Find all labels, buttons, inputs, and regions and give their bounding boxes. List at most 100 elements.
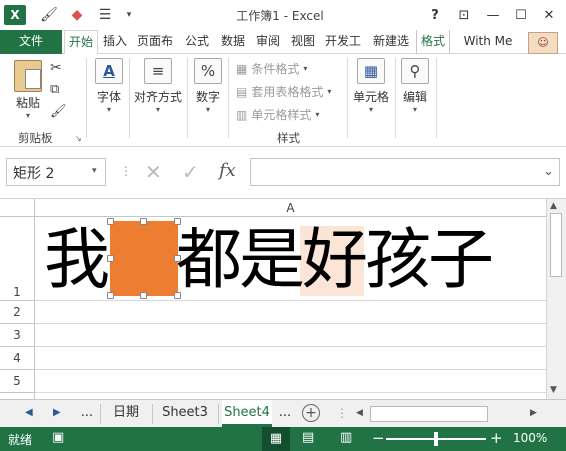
vertical-scrollbar[interactable]: ▲ ▼ [546,199,566,399]
scroll-up-icon[interactable]: ▲ [550,201,557,211]
help-button[interactable]: ? [422,4,448,26]
cell-styles-button[interactable]: ▥ 单元格样式 ▾ [236,106,319,123]
resize-handle-bl[interactable] [107,292,114,299]
horizontal-scrollbar[interactable]: ◀ ▶ [352,404,544,424]
qat-customize-icon[interactable]: ▾ [118,5,140,25]
ribbon-display-button[interactable]: ⊡ [451,4,477,26]
cell-text-right: 都是好孩子 [176,221,494,298]
row-header-1[interactable]: 1 [0,217,35,301]
tab-view[interactable]: 视图 [288,30,318,54]
vertical-scroll-thumb[interactable] [550,213,562,277]
font-label: 字体 [96,90,121,104]
enter-icon[interactable]: ✓ [182,160,199,184]
column-header-a[interactable]: A [35,199,546,217]
insert-function-button[interactable]: fx [219,160,236,181]
row-header-4[interactable]: 4 [0,347,35,370]
sheet-tab-bar: ◀ ▶ ... 日期 Sheet3 Sheet4 ... + ⋮ ◀ ▶ [0,399,566,427]
copy-icon[interactable]: ⧉ [50,82,59,97]
close-button[interactable]: ✕ [536,4,562,26]
sheet-prev-icon[interactable]: ◀ [25,407,33,418]
align-button[interactable]: ≡ 对齐方式 ▾ [133,58,183,114]
horizontal-scroll-thumb[interactable] [370,406,488,422]
editing-label: 编辑 [402,90,427,104]
sheet-tab-sheet3[interactable]: Sheet3 [154,400,216,427]
title-bar: X 🖌 ◆ ☰ ▾ 工作簿1 - Excel ? ⊡ — ☐ ✕ [0,0,566,30]
rectangle-shape[interactable] [110,221,178,296]
name-box[interactable]: 矩形 2 [6,158,106,186]
minimize-button[interactable]: — [480,4,506,26]
formula-bar-grip-icon: ⋮ [120,164,132,178]
eraser-icon[interactable]: ◆ [66,5,88,25]
expand-formula-icon[interactable]: ⌄ [543,164,554,179]
formula-input[interactable] [250,158,560,186]
sheet-ellipsis-right[interactable]: ... [274,400,296,427]
macro-record-icon[interactable]: ▣ [52,430,64,445]
resize-handle-tl[interactable] [107,218,114,225]
number-label: 数字 [195,90,220,104]
resize-handle-ml[interactable] [107,255,114,262]
clipboard-group-label: 剪贴板 [18,131,53,145]
zoom-in-button[interactable]: + [490,429,503,447]
resize-handle-tc[interactable] [140,218,147,225]
number-button[interactable]: % 数字 ▾ [192,58,224,114]
clipboard-launcher-icon[interactable]: ↘ [75,134,82,143]
add-sheet-icon[interactable]: + [302,404,320,422]
tab-file[interactable]: 文件 [0,30,62,55]
status-ready: 就绪 [8,433,33,447]
tab-developer[interactable]: 开发工 [321,30,365,54]
paste-icon [14,60,42,92]
resize-handle-mr[interactable] [174,255,181,262]
cancel-icon[interactable]: ✕ [145,160,162,184]
tab-home[interactable]: 开始 [64,30,98,55]
tab-formulas[interactable]: 公式 [182,30,212,54]
tab-data[interactable]: 数据 [218,30,248,54]
scroll-right-icon[interactable]: ▶ [530,408,537,418]
binoculars-icon: ⚲ [401,58,429,84]
zoom-slider[interactable] [386,432,486,446]
table-format-button[interactable]: ▤ 套用表格格式 ▾ [236,83,331,100]
page-break-view-icon[interactable]: ▥ [340,430,352,445]
zoom-level[interactable]: 100% [513,431,547,445]
font-button[interactable]: A 字体 ▾ [93,58,125,114]
sheet-ellipsis-left[interactable]: ... [76,400,98,427]
zoom-out-button[interactable]: − [372,429,385,447]
window-title: 工作簿1 - Excel [236,9,324,23]
cut-icon[interactable]: ✂ [50,60,62,76]
sheet-tab-sheet4[interactable]: Sheet4 [222,400,272,427]
zoom-slider-thumb[interactable] [434,432,438,446]
restore-button[interactable]: ☐ [508,4,534,26]
tab-insert[interactable]: 插入 [100,30,130,54]
tab-page-layout[interactable]: 页面布 [134,30,176,54]
resize-handle-bc[interactable] [140,292,147,299]
cells-button[interactable]: ▦ 单元格 ▾ [351,58,391,114]
tab-new[interactable]: 新建选 [369,30,413,54]
sheet-next-icon[interactable]: ▶ [53,407,61,418]
cells-icon: ▦ [357,58,385,84]
select-all-corner[interactable] [0,199,35,217]
normal-view-icon[interactable]: ▦ [262,427,290,451]
row-header-5[interactable]: 5 [0,370,35,393]
page-layout-view-icon[interactable]: ▤ [302,430,314,445]
row-header-3[interactable]: 3 [0,324,35,347]
align-icon[interactable]: ☰ [94,5,116,25]
sheet-tab-date[interactable]: 日期 [102,400,150,427]
table-format-icon: ▤ [236,84,248,99]
conditional-format-button[interactable]: ▦ 条件格式 ▾ [236,60,307,77]
align-icon: ≡ [144,58,172,84]
resize-handle-br[interactable] [174,292,181,299]
tell-me-box[interactable]: With Me [456,30,520,54]
styles-group-label: 样式 [277,131,300,145]
paste-button[interactable]: 粘贴 ▾ [10,60,46,120]
user-avatar-icon[interactable]: ☺ [528,32,558,54]
row-header-2[interactable]: 2 [0,301,35,324]
scroll-left-icon[interactable]: ◀ [356,408,363,418]
format-painter-icon[interactable]: 🖌 [38,5,60,25]
tab-format[interactable]: 格式 [416,30,450,54]
editing-button[interactable]: ⚲ 编辑 ▾ [398,58,432,114]
scroll-down-icon[interactable]: ▼ [550,385,557,395]
format-painter-small-icon[interactable]: 🖌 [50,104,67,119]
cell-styles-icon: ▥ [236,107,248,122]
name-box-dropdown-icon[interactable]: ▾ [92,166,97,176]
tab-review[interactable]: 审阅 [253,30,283,54]
resize-handle-tr[interactable] [174,218,181,225]
